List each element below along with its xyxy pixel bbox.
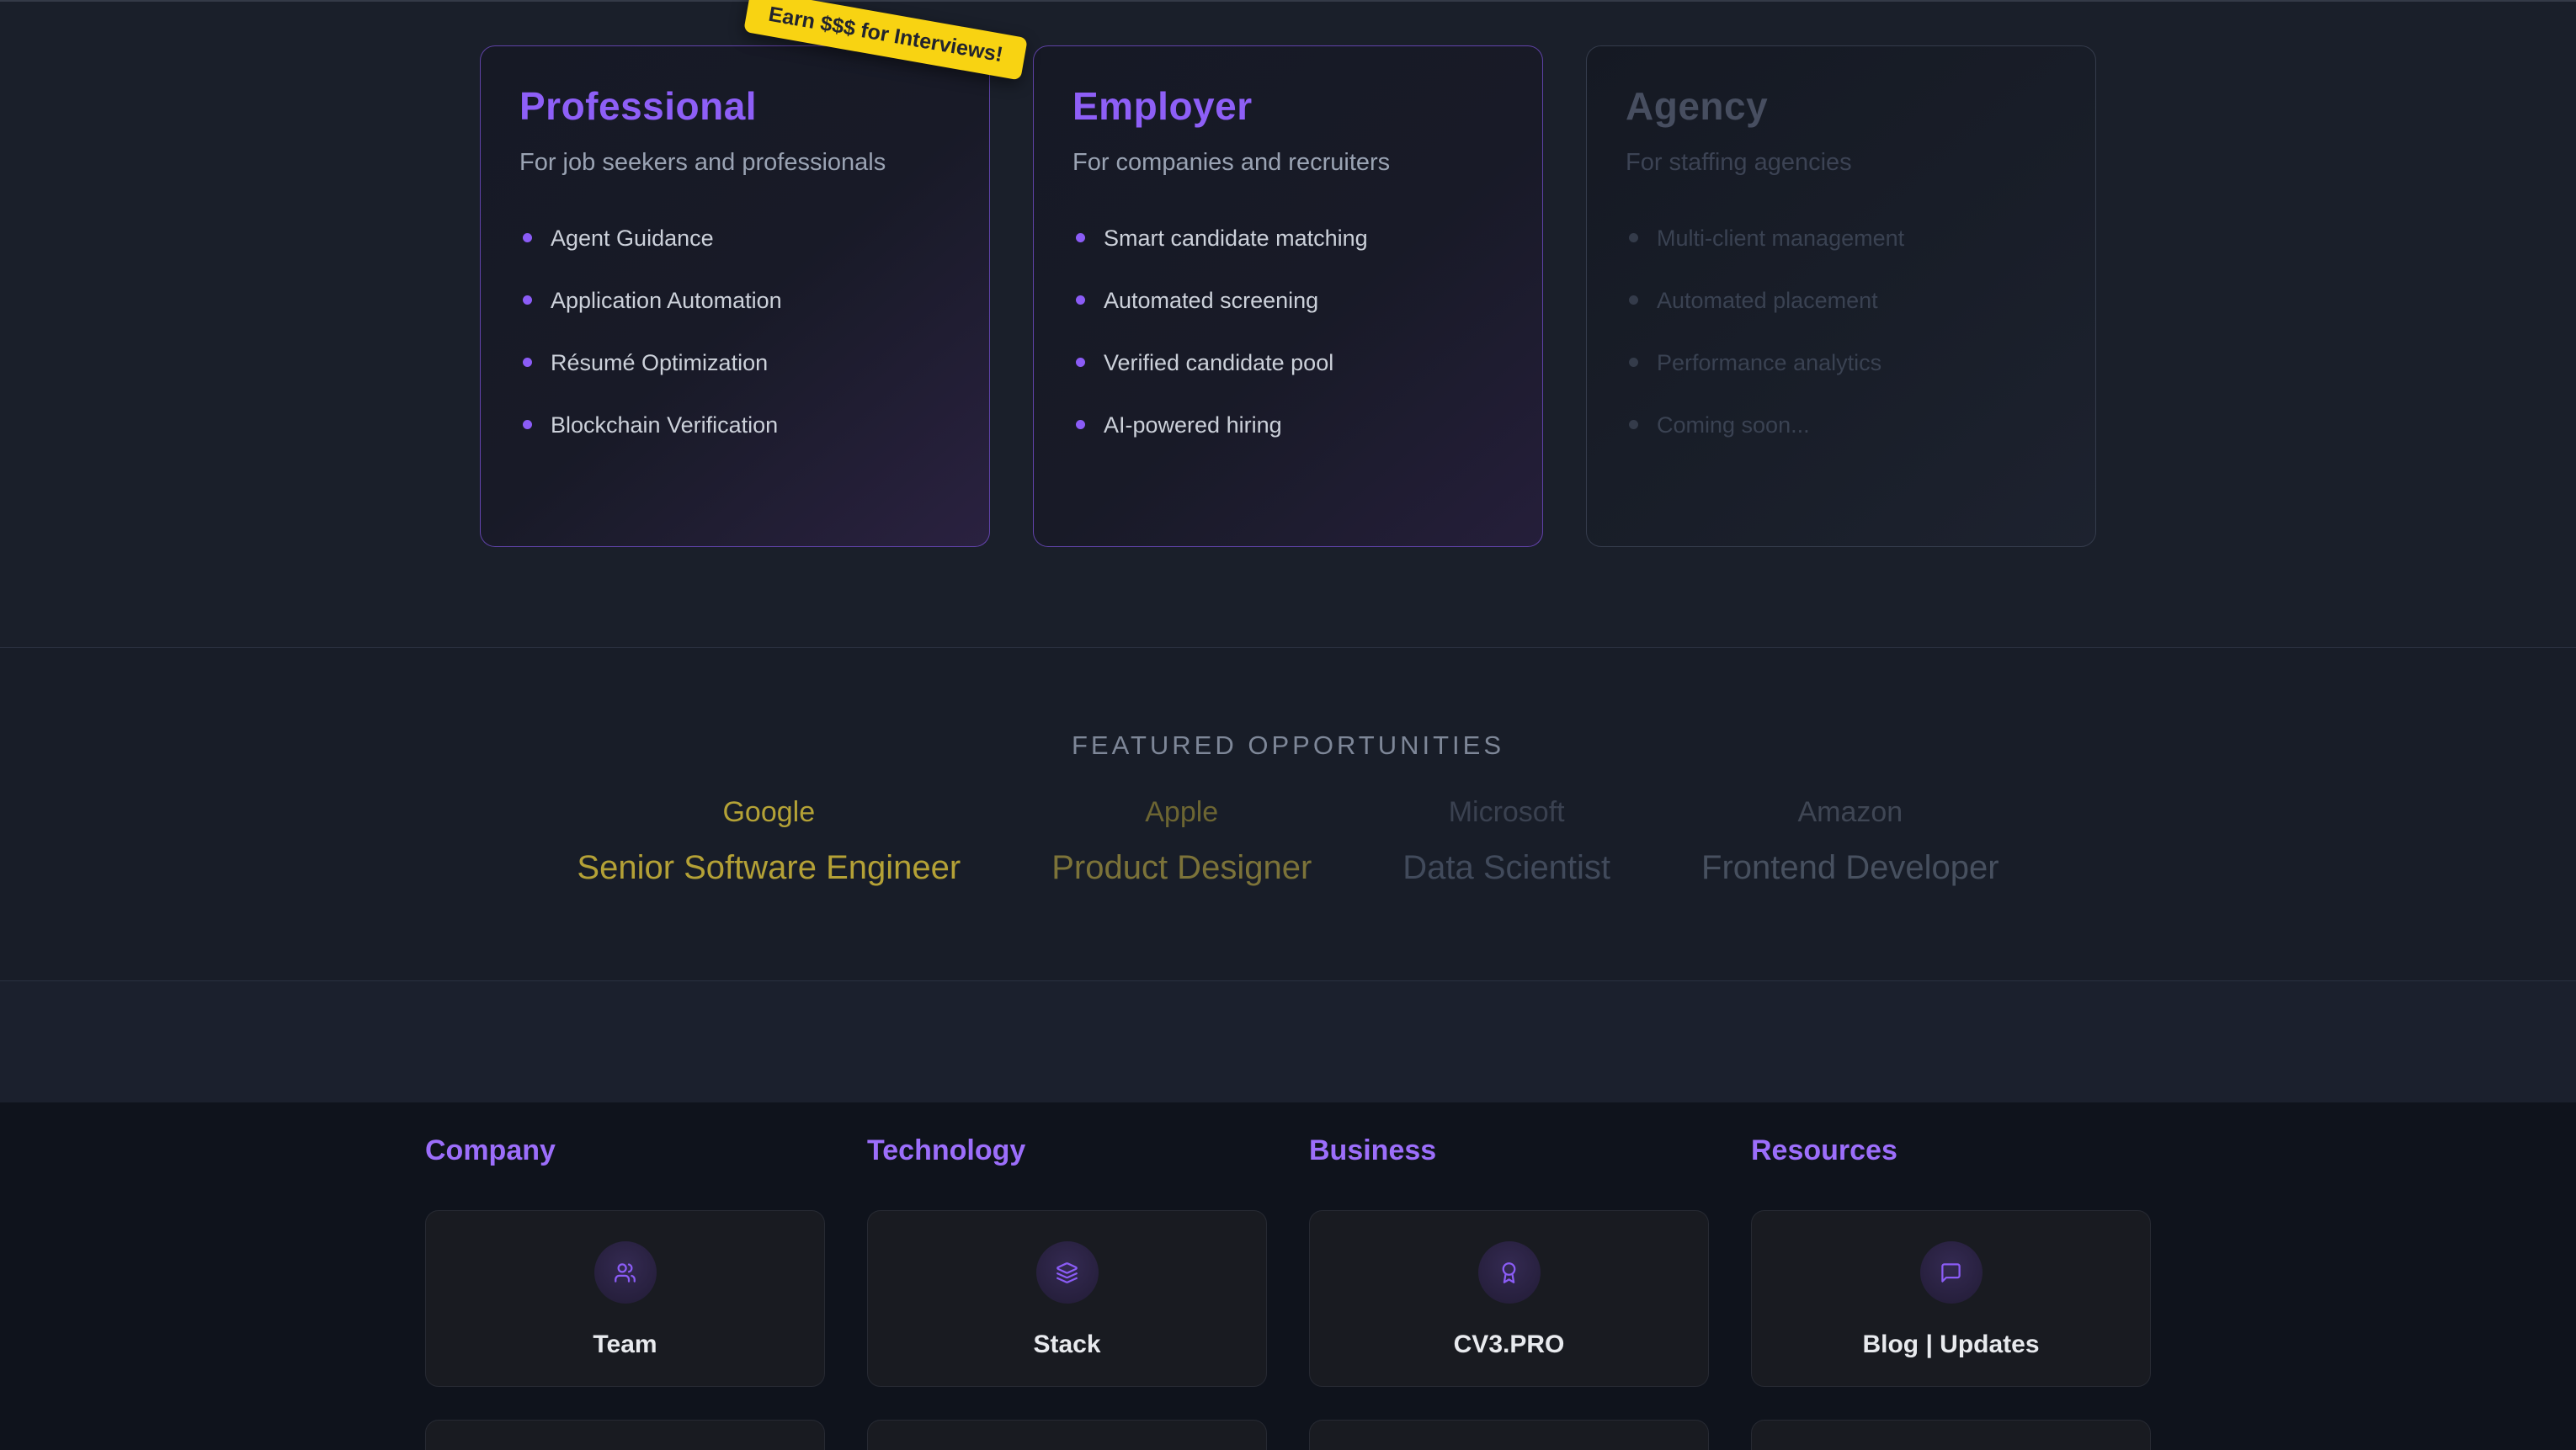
plan-feature: Blockchain Verification (519, 412, 950, 475)
featured-job: Amazon Frontend Developer (1701, 796, 1999, 887)
featured-jobs-row: Google Senior Software Engineer Apple Pr… (0, 796, 2576, 887)
message-square-icon (1920, 1241, 1983, 1304)
footer-card-label: Blog | Updates (1862, 1330, 2039, 1359)
bullet-dot-icon (1076, 420, 1085, 429)
job-title: Frontend Developer (1701, 849, 1999, 887)
footer-section: Company Team Technology Stack (0, 1102, 2576, 1450)
award-icon (1478, 1241, 1541, 1304)
plan-feature: Multi-client management (1626, 226, 2057, 288)
footer-card-label: Team (593, 1330, 657, 1359)
plan-card-agency: Agency For staffing agencies Multi-clien… (1586, 45, 2096, 547)
plan-feature: Smart candidate matching (1072, 226, 1504, 288)
footer-card-team[interactable]: Team (425, 1210, 825, 1387)
footer-heading: Business (1309, 1134, 1709, 1167)
plan-subtitle: For companies and recruiters (1072, 149, 1504, 177)
plan-feature: Automated screening (1072, 288, 1504, 350)
footer-card-label: CV3.PRO (1454, 1330, 1565, 1359)
plan-feature: AI-powered hiring (1072, 412, 1504, 475)
featured-job: Microsoft Data Scientist (1402, 796, 1610, 887)
bullet-dot-icon (1629, 233, 1638, 242)
footer-card-partial[interactable] (425, 1420, 825, 1450)
footer-card-blog[interactable]: Blog | Updates (1751, 1210, 2151, 1387)
plan-feature: Automated placement (1626, 288, 2057, 350)
plan-feature: Résumé Optimization (519, 350, 950, 412)
footer-heading: Company (425, 1134, 825, 1167)
featured-heading: FEATURED OPPORTUNITIES (0, 648, 2576, 761)
bullet-dot-icon (1076, 295, 1085, 305)
plan-feature: Verified candidate pool (1072, 350, 1504, 412)
plan-feature-list: Multi-client management Automated placem… (1626, 226, 2057, 475)
plan-feature: Coming soon... (1626, 412, 2057, 475)
footer-heading: Technology (867, 1134, 1267, 1167)
footer-card-cv3pro[interactable]: CV3.PRO (1309, 1210, 1709, 1387)
job-company: Amazon (1797, 796, 1903, 829)
bullet-dot-icon (1629, 358, 1638, 367)
footer-card-stack[interactable]: Stack (867, 1210, 1267, 1387)
plan-title: Agency (1626, 83, 2057, 129)
plan-card-professional[interactable]: Professional For job seekers and profess… (480, 45, 990, 547)
featured-opportunities-section: FEATURED OPPORTUNITIES Google Senior Sof… (0, 648, 2576, 980)
job-title: Product Designer (1051, 849, 1312, 887)
plans-section: Earn $$$ for Interviews! Professional Fo… (0, 0, 2576, 648)
spacer-band (0, 980, 2576, 1102)
plan-title: Employer (1072, 83, 1504, 129)
job-company: Apple (1145, 796, 1218, 829)
job-company: Google (722, 796, 815, 829)
bullet-dot-icon (523, 358, 532, 367)
featured-job: Google Senior Software Engineer (577, 796, 961, 887)
layers-icon (1036, 1241, 1099, 1304)
featured-job: Apple Product Designer (1051, 796, 1312, 887)
bullet-dot-icon (1629, 295, 1638, 305)
plan-feature-list: Agent Guidance Application Automation Ré… (519, 226, 950, 475)
plan-feature: Application Automation (519, 288, 950, 350)
job-title: Data Scientist (1402, 849, 1610, 887)
users-icon (594, 1241, 657, 1304)
plan-feature-list: Smart candidate matching Automated scree… (1072, 226, 1504, 475)
footer-card-partial[interactable] (1751, 1420, 2151, 1450)
plan-card-employer[interactable]: Employer For companies and recruiters Sm… (1033, 45, 1543, 547)
bullet-dot-icon (523, 233, 532, 242)
plan-feature: Performance analytics (1626, 350, 2057, 412)
landing-page: Earn $$$ for Interviews! Professional Fo… (0, 0, 2576, 1450)
footer-column-resources: Resources Blog | Updates (1751, 1134, 2151, 1450)
plan-subtitle: For staffing agencies (1626, 149, 2057, 177)
footer-card-partial[interactable] (867, 1420, 1267, 1450)
bullet-dot-icon (523, 295, 532, 305)
footer-column-business: Business CV3.PRO (1309, 1134, 1709, 1450)
bullet-dot-icon (523, 420, 532, 429)
footer-card-label: Stack (1033, 1330, 1100, 1359)
footer-column-technology: Technology Stack (867, 1134, 1267, 1450)
footer-grid: Company Team Technology Stack (425, 1134, 2151, 1450)
plan-feature: Agent Guidance (519, 226, 950, 288)
plan-cards-row: Professional For job seekers and profess… (0, 2, 2576, 547)
bullet-dot-icon (1629, 420, 1638, 429)
job-company: Microsoft (1449, 796, 1565, 829)
job-title: Senior Software Engineer (577, 849, 961, 887)
bullet-dot-icon (1076, 358, 1085, 367)
footer-heading: Resources (1751, 1134, 2151, 1167)
footer-card-partial[interactable] (1309, 1420, 1709, 1450)
plan-subtitle: For job seekers and professionals (519, 149, 950, 177)
plan-title: Professional (519, 83, 950, 129)
bullet-dot-icon (1076, 233, 1085, 242)
footer-column-company: Company Team (425, 1134, 825, 1450)
